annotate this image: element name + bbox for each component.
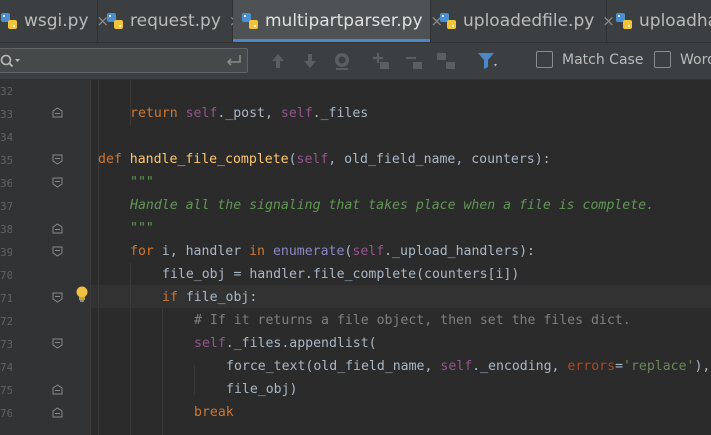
fold-end-icon[interactable] xyxy=(52,407,63,418)
filter-icon[interactable] xyxy=(476,50,500,72)
tab-uploadedfile[interactable]: uploadedfile.py × xyxy=(431,0,615,42)
line-number: 39 xyxy=(0,246,12,259)
tab-request[interactable]: request.py × xyxy=(98,0,241,42)
line-number: 34 xyxy=(0,131,12,144)
code-line: file_obj) xyxy=(226,382,298,397)
find-all-icon[interactable] xyxy=(331,50,353,72)
code-line: def handle_file_complete(self, old_field… xyxy=(98,152,551,167)
indent-guide xyxy=(98,80,99,435)
code-editor[interactable]: 32 33 34 35 36 37 38 39 70 71 72 73 74 7… xyxy=(0,80,711,435)
line-number: 32 xyxy=(0,85,12,98)
code-line: file_obj = handler.file_complete(counter… xyxy=(162,267,520,282)
python-file-icon xyxy=(439,12,457,30)
add-selection-icon[interactable] xyxy=(370,50,392,72)
match-case-label[interactable]: Match Case xyxy=(562,52,643,68)
fold-end-icon[interactable] xyxy=(52,223,63,234)
line-number: 74 xyxy=(0,361,12,374)
indent-guide xyxy=(194,365,195,395)
python-file-icon xyxy=(0,12,18,30)
tab-multipartparser[interactable]: multipartparser.py × xyxy=(233,0,443,42)
fold-start-icon[interactable] xyxy=(52,338,63,349)
code-line: break xyxy=(194,405,234,420)
tab-label: uploadhar xyxy=(639,11,711,31)
words-label[interactable]: Word xyxy=(680,52,711,68)
line-number: 37 xyxy=(0,200,12,213)
editor-gutter: 32 33 34 35 36 37 38 39 70 71 72 73 74 7… xyxy=(0,80,91,435)
fold-start-icon[interactable] xyxy=(52,246,63,257)
fold-start-icon[interactable] xyxy=(52,154,63,165)
words-checkbox[interactable] xyxy=(654,51,671,68)
tab-label: wsgi.py xyxy=(24,11,89,31)
select-all-icon[interactable] xyxy=(435,50,457,72)
editor-tab-bar: wsgi.py × request.py × multipartparser.p… xyxy=(0,0,711,43)
lightbulb-icon[interactable] xyxy=(74,285,90,303)
find-toolbar: Match Case Word xyxy=(0,43,711,80)
line-number: 71 xyxy=(0,292,12,305)
enter-icon[interactable] xyxy=(225,53,243,69)
line-number: 70 xyxy=(0,269,12,282)
line-number: 36 xyxy=(0,177,12,190)
python-file-icon xyxy=(241,12,259,30)
match-case-checkbox[interactable] xyxy=(536,51,553,68)
search-icon[interactable] xyxy=(0,53,21,69)
python-file-icon xyxy=(106,12,124,30)
line-number: 72 xyxy=(0,315,12,328)
line-number: 76 xyxy=(0,407,12,420)
next-occurrence-icon[interactable] xyxy=(300,51,320,71)
fold-end-icon[interactable] xyxy=(52,107,63,118)
tab-uploadhandler[interactable]: uploadhar xyxy=(607,0,711,42)
previous-occurrence-icon[interactable] xyxy=(268,51,288,71)
code-line: self._files.appendlist( xyxy=(194,336,377,351)
line-number: 38 xyxy=(0,223,12,236)
tab-label: uploadedfile.py xyxy=(463,11,595,31)
code-line: # If it returns a file object, then set … xyxy=(194,313,631,328)
remove-selection-icon[interactable] xyxy=(403,50,425,72)
line-number: 33 xyxy=(0,108,12,121)
fold-end-icon[interactable] xyxy=(52,384,63,395)
tab-label: multipartparser.py xyxy=(265,11,423,31)
indent-guide xyxy=(130,263,131,435)
code-line: return self._post, self._files xyxy=(130,106,369,121)
code-line: for i, handler in enumerate(self._upload… xyxy=(130,244,535,259)
indent-guide xyxy=(162,308,163,435)
code-line: if file_obj: xyxy=(162,290,258,305)
tab-label: request.py xyxy=(130,11,221,31)
line-number: 35 xyxy=(0,154,12,167)
code-line: """ xyxy=(130,221,154,236)
tab-wsgi[interactable]: wsgi.py × xyxy=(0,0,109,42)
python-file-icon xyxy=(615,12,633,30)
line-number: 75 xyxy=(0,384,12,397)
fold-start-icon[interactable] xyxy=(52,177,63,188)
line-number: 73 xyxy=(0,338,12,351)
fold-start-icon[interactable] xyxy=(52,292,63,303)
search-input[interactable] xyxy=(0,48,248,73)
code-line: Handle all the signaling that takes plac… xyxy=(130,198,655,213)
code-line: force_text(old_field_name, self._encodin… xyxy=(226,359,711,374)
code-line: """ xyxy=(130,175,154,190)
